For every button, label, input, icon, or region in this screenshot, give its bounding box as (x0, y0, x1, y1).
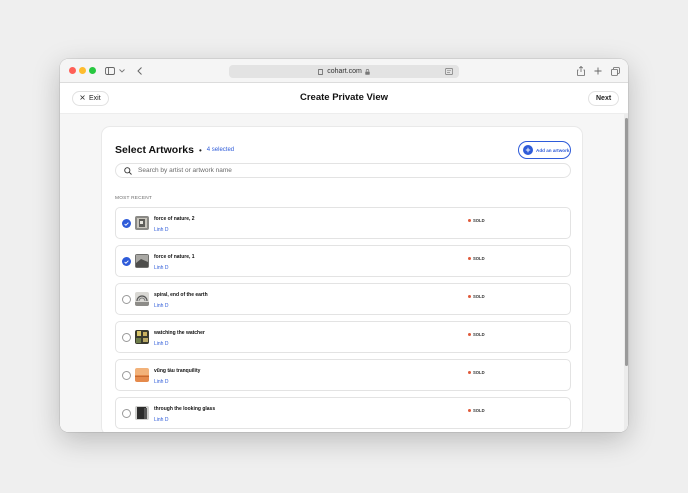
search-field[interactable] (115, 163, 571, 178)
artwork-row[interactable]: force of nature, 1 Linh D SOLD (115, 245, 571, 277)
address-bar[interactable]: cohart.com (229, 65, 459, 78)
status-label: SOLD (473, 408, 485, 413)
status-label: SOLD (473, 218, 485, 223)
artwork-artist[interactable]: Linh D (154, 303, 168, 309)
main-content: Select Artworks • 4 selected Add an artw… (60, 114, 628, 432)
artwork-title: through the looking glass (154, 406, 216, 412)
status-label: SOLD (473, 370, 485, 375)
artwork-row[interactable]: force of nature, 2 Linh D SOLD (115, 207, 571, 239)
artwork-row[interactable]: spiral, end of the earth Linh D SOLD (115, 283, 571, 315)
check-icon[interactable] (122, 257, 131, 266)
scrollbar-thumb[interactable] (625, 118, 628, 366)
status-dot (468, 409, 471, 412)
artwork-thumbnail (135, 254, 149, 268)
artwork-artist[interactable]: Linh D (154, 341, 168, 347)
browser-window: cohart.com Exit Create Private View Next (60, 59, 628, 432)
add-artwork-button[interactable]: Add an artwork (518, 141, 571, 159)
artwork-artist[interactable]: Linh D (154, 417, 168, 423)
minimize-window-button[interactable] (79, 67, 86, 74)
status-badge: SOLD (468, 408, 485, 413)
status-dot (468, 219, 471, 222)
status-dot (468, 295, 471, 298)
new-tab-icon[interactable] (594, 65, 602, 77)
search-input[interactable] (138, 167, 538, 174)
plus-icon (523, 145, 533, 155)
chevron-down-icon[interactable] (118, 65, 125, 77)
check-icon[interactable] (122, 219, 131, 228)
artwork-artist[interactable]: Linh D (154, 265, 168, 271)
card-header: Select Artworks • 4 selected (115, 144, 234, 156)
next-button[interactable]: Next (588, 91, 620, 106)
unchecked-circle-icon[interactable] (122, 371, 131, 380)
search-icon (124, 162, 132, 180)
status-badge: SOLD (468, 370, 485, 375)
status-badge: SOLD (468, 332, 485, 337)
share-icon[interactable] (576, 65, 585, 77)
app-header: Exit Create Private View Next (60, 83, 628, 114)
artwork-title: vũng tàu tranquility (154, 368, 201, 374)
artwork-thumbnail (135, 330, 149, 344)
select-artworks-card: Select Artworks • 4 selected Add an artw… (101, 126, 583, 432)
lock-icon (365, 68, 370, 75)
page-title: Create Private View (299, 92, 388, 103)
status-badge: SOLD (468, 256, 485, 261)
status-dot (468, 257, 471, 260)
page-icon (318, 68, 324, 75)
status-label: SOLD (473, 256, 485, 261)
selected-count[interactable]: 4 selected (207, 147, 234, 153)
status-dot (468, 371, 471, 374)
tab-overview-icon[interactable] (611, 65, 620, 77)
add-artwork-label: Add an artwork (536, 147, 570, 153)
status-label: SOLD (473, 294, 485, 299)
back-icon[interactable] (135, 65, 143, 77)
artwork-title: force of nature, 2 (154, 216, 195, 222)
status-dot (468, 333, 471, 336)
artwork-thumbnail (135, 368, 149, 382)
unchecked-circle-icon[interactable] (122, 333, 131, 342)
sidebar-icon[interactable] (105, 65, 115, 77)
status-badge: SOLD (468, 294, 485, 299)
zoom-window-button[interactable] (89, 67, 96, 74)
artwork-artist[interactable]: Linh D (154, 227, 168, 233)
artwork-row[interactable]: vũng tàu tranquility Linh D SOLD (115, 359, 571, 391)
artwork-row[interactable]: watching the watcher Linh D SOLD (115, 321, 571, 353)
artwork-artist[interactable]: Linh D (154, 379, 168, 385)
card-title: Select Artworks (115, 144, 194, 156)
section-label: MOST RECENT (115, 196, 153, 201)
artwork-thumbnail (135, 216, 149, 230)
artwork-title: spiral, end of the earth (154, 292, 208, 298)
browser-toolbar: cohart.com (60, 59, 628, 83)
artwork-thumbnail (135, 292, 149, 306)
artwork-title: watching the watcher (154, 330, 205, 336)
status-label: SOLD (473, 332, 485, 337)
translate-icon[interactable] (445, 68, 453, 75)
artwork-title: force of nature, 1 (154, 254, 195, 260)
unchecked-circle-icon[interactable] (122, 295, 131, 304)
artwork-thumbnail (135, 406, 149, 420)
close-window-button[interactable] (69, 67, 76, 74)
title-separator: • (198, 145, 202, 155)
artwork-row[interactable]: through the looking glass Linh D SOLD (115, 397, 571, 429)
status-badge: SOLD (468, 218, 485, 223)
unchecked-circle-icon[interactable] (122, 409, 131, 418)
address-url: cohart.com (327, 68, 362, 75)
